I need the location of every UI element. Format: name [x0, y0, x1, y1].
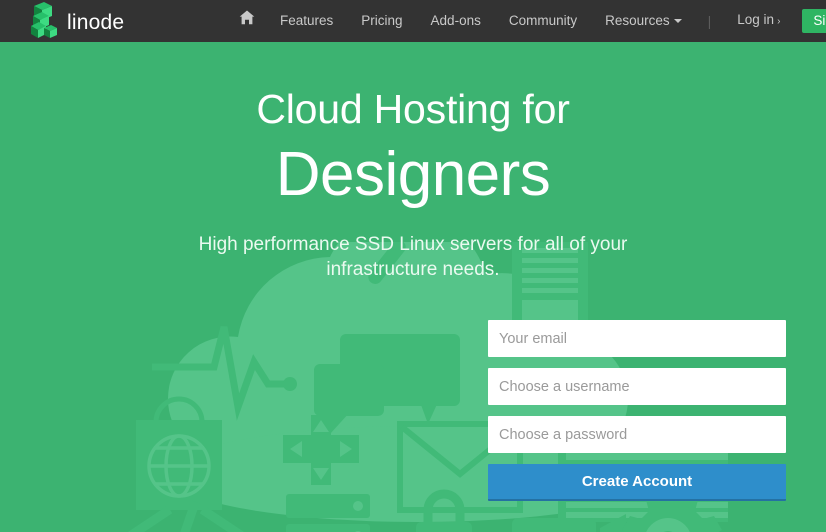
- hero-title-line-2: Designers: [275, 140, 551, 209]
- nav-item-add-ons[interactable]: Add-ons: [417, 0, 495, 42]
- nav-separator: |: [707, 13, 712, 29]
- email-field[interactable]: [488, 320, 786, 357]
- nav-item-resources[interactable]: Resources: [591, 0, 696, 42]
- hero-headline-block: Cloud Hosting for Designers High perform…: [0, 42, 826, 282]
- hero-subtitle: High performance SSD Linux servers for a…: [198, 234, 628, 280]
- hero-title-line-1: Cloud Hosting for: [256, 86, 570, 132]
- brand-name: linode: [67, 10, 125, 34]
- chevron-down-icon: [673, 19, 682, 24]
- login-link[interactable]: Log in ›: [723, 0, 794, 43]
- brand-logo-link[interactable]: linode: [26, 0, 124, 42]
- create-account-button[interactable]: Create Account: [488, 464, 786, 501]
- nav-item-pricing[interactable]: Pricing: [347, 0, 416, 42]
- linode-cubes-logo-icon: [26, 0, 60, 42]
- chevron-right-icon: ›: [777, 16, 781, 27]
- nav-item-home[interactable]: [228, 0, 266, 42]
- signup-button[interactable]: Sign up: [802, 9, 826, 33]
- nav-item-resources-label: Resources: [605, 13, 670, 28]
- password-field[interactable]: [488, 416, 786, 453]
- main-navigation: Features Pricing Add-ons Community Resou…: [228, 0, 826, 42]
- home-icon: [239, 0, 255, 42]
- nav-item-features[interactable]: Features: [266, 0, 347, 42]
- username-field[interactable]: [488, 368, 786, 405]
- hero-section: Cloud Hosting for Designers High perform…: [0, 42, 826, 532]
- site-header: linode Features Pricing Add-ons Communit…: [0, 0, 826, 42]
- nav-item-community[interactable]: Community: [495, 0, 591, 42]
- signup-form: Create Account: [488, 320, 786, 501]
- login-label: Log in: [737, 12, 775, 27]
